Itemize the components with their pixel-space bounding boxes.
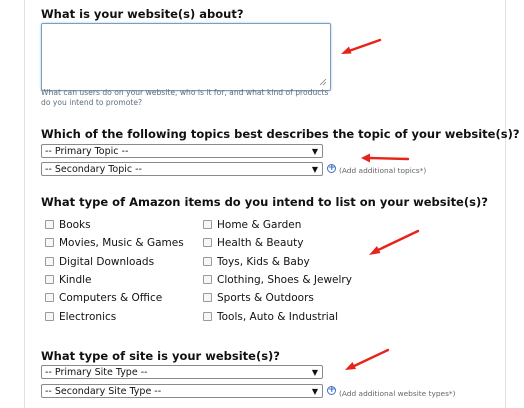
website-about-question: What is your website(s) about? <box>41 7 244 21</box>
checkbox-computers-office[interactable] <box>45 293 54 302</box>
checkbox-books[interactable] <box>45 220 54 229</box>
add-site-type-plus-icon[interactable]: + <box>327 386 336 395</box>
category-label: Digital Downloads <box>59 256 155 268</box>
category-label: Home & Garden <box>217 219 302 231</box>
primary-site-type-value: -- Primary Site Type -- <box>45 367 148 378</box>
dropdown-arrow-icon: ▼ <box>311 368 318 377</box>
primary-topic-value: -- Primary Topic -- <box>45 146 129 157</box>
checkbox-home-garden[interactable] <box>203 220 212 229</box>
checkbox-clothing-shoes-jewelry[interactable] <box>203 275 212 284</box>
secondary-topic-select[interactable]: -- Secondary Topic -- ▼ <box>41 162 323 176</box>
checkbox-digital-downloads[interactable] <box>45 257 54 266</box>
primary-site-type-select[interactable]: -- Primary Site Type -- ▼ <box>41 365 323 379</box>
category-label: Tools, Auto & Industrial <box>217 311 339 323</box>
add-topic-plus-icon[interactable]: + <box>327 164 336 173</box>
checkbox-kindle[interactable] <box>45 275 54 284</box>
category-label: Health & Beauty <box>217 237 304 249</box>
category-label: Books <box>59 219 91 231</box>
website-about-textarea[interactable] <box>41 23 331 91</box>
checkbox-movies-music-games[interactable] <box>45 238 54 247</box>
category-label: Kindle <box>59 274 92 286</box>
annotation-arrow-icon <box>345 348 390 370</box>
category-label: Movies, Music & Games <box>59 237 184 249</box>
checkbox-toys-kids-baby[interactable] <box>203 257 212 266</box>
add-topics-link[interactable]: (Add additional topics*) <box>339 166 426 175</box>
category-label: Toys, Kids & Baby <box>217 256 310 268</box>
page-left-border <box>24 0 25 408</box>
checkbox-sports-outdoors[interactable] <box>203 293 212 302</box>
items-question: What type of Amazon items do you intend … <box>41 195 488 209</box>
annotation-arrow-icon <box>361 153 410 163</box>
checkbox-health-beauty[interactable] <box>203 238 212 247</box>
dropdown-arrow-icon: ▼ <box>311 387 318 396</box>
category-label: Electronics <box>59 311 117 323</box>
topics-question: Which of the following topics best descr… <box>41 127 520 141</box>
site-type-question: What type of site is your website(s)? <box>41 349 280 363</box>
primary-topic-select[interactable]: -- Primary Topic -- ▼ <box>41 144 323 158</box>
page-right-border <box>505 0 506 408</box>
annotation-arrow-icon <box>341 38 382 54</box>
dropdown-arrow-icon: ▼ <box>311 165 318 174</box>
secondary-site-type-select[interactable]: -- Secondary Site Type -- ▼ <box>41 384 323 398</box>
annotation-arrow-icon <box>369 229 420 255</box>
checkbox-electronics[interactable] <box>45 312 54 321</box>
resize-handle-icon[interactable] <box>320 79 326 85</box>
dropdown-arrow-icon: ▼ <box>311 147 318 156</box>
add-site-types-link[interactable]: (Add additional website types*) <box>339 389 456 398</box>
category-label: Sports & Outdoors <box>217 292 314 304</box>
category-label: Computers & Office <box>59 292 163 304</box>
category-label: Clothing, Shoes & Jewelry <box>217 274 352 286</box>
checkbox-tools-auto-industrial[interactable] <box>203 312 212 321</box>
secondary-site-type-value: -- Secondary Site Type -- <box>45 386 162 397</box>
website-about-hint: What can users do on your website, who i… <box>41 88 329 107</box>
secondary-topic-value: -- Secondary Topic -- <box>45 164 142 175</box>
